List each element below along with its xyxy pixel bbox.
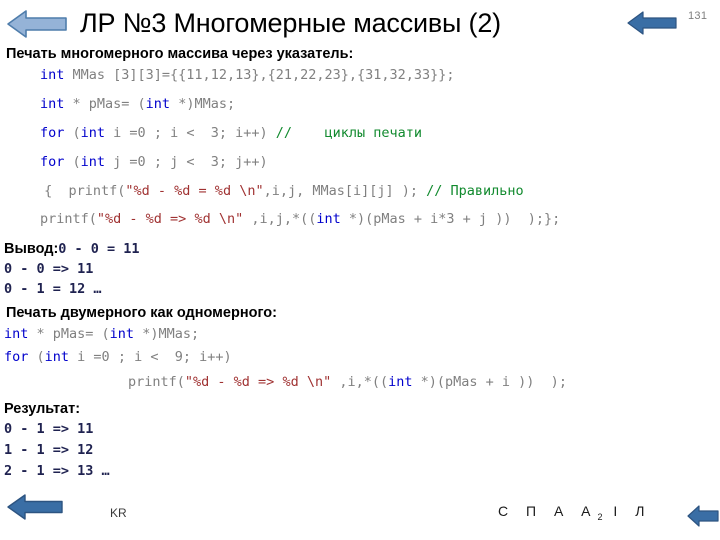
code-text: i =0 ; i < 3; i++) (105, 125, 276, 141)
code-text: * pMas= ( (64, 96, 146, 112)
code-text: *)(pMas + i )) ); (412, 374, 567, 390)
code-text: ,i,j, MMas[i][j] ); (263, 183, 427, 199)
code-text: MMas [3][3]={{11,12,13},{21,22,23},{31,3… (64, 67, 455, 83)
code-comment: // Правильно (426, 183, 524, 199)
code-comment: // циклы печати (275, 125, 423, 141)
code-text: *)(pMas + i*3 + j )) );}; (340, 211, 561, 227)
string-literal: "%d - %d => %d \n" (184, 374, 332, 390)
result-label: Результат: (4, 401, 81, 417)
string-literal: "%d - %d = %d \n" (125, 183, 264, 199)
output-line: 0 - 0 => 11 (4, 261, 94, 277)
code-text: j =0 ; j < 3; j++) (105, 154, 268, 170)
keyword-for: for (40, 154, 65, 170)
page-number: 131 (688, 10, 708, 22)
keyword-int: int (44, 349, 70, 365)
result-line: 2 - 1 => 13 … (4, 463, 110, 479)
code-line-printf-pointer: printf("%d - %d => %d \n" ,i,j,*((int *)… (0, 211, 720, 227)
code-text: ( (28, 349, 45, 365)
keyword-int: int (80, 125, 106, 141)
code-text: ,i,*(( (331, 374, 389, 390)
footer-letters-tail: I Л (602, 503, 652, 519)
output-label: Вывод: (4, 241, 59, 257)
code-text: *)MMas; (170, 96, 236, 112)
code-line-for-j: for (int j =0 ; j < 3; j++) (0, 154, 720, 170)
output-line: 0 - 1 = 12 … (4, 281, 102, 297)
arrow-left-icon[interactable] (626, 9, 678, 37)
code-text: * pMas= ( (28, 326, 110, 342)
slide-canvas: 131 ЛР №3 Многомерные массивы (2) Печать… (0, 0, 720, 540)
output-label-row: Вывод:0 - 0 = 11 (0, 241, 720, 257)
keyword-int: int (40, 67, 65, 83)
keyword-for: for (4, 349, 29, 365)
footer-right-label: С П А А2 I Л (498, 503, 651, 522)
section-heading-pointer: Печать многомерного массива через указат… (6, 46, 354, 62)
result-line: 1 - 1 => 12 (4, 442, 94, 458)
section-heading-flat: Печать двумерного как одномерного: (6, 305, 277, 321)
code-line-declaration: int MMas [3][3]={{11,12,13},{21,22,23},{… (0, 67, 720, 83)
result-line: 0 - 1 => 11 (4, 421, 94, 437)
code-line-printf-correct: { printf("%d - %d = %d \n",i,j, MMas[i][… (0, 183, 720, 199)
arrow-left-icon[interactable] (6, 492, 64, 522)
code-text: ( (64, 154, 81, 170)
string-literal: "%d - %d => %d \n" (96, 211, 244, 227)
arrow-left-icon[interactable] (6, 8, 68, 40)
output-inline-value: 0 - 0 = 11 (58, 241, 140, 257)
code-line-pointer-cast: int * pMas= (int *)MMas; (0, 96, 720, 112)
keyword-int: int (80, 154, 106, 170)
code-text: ( (64, 125, 81, 141)
code-text: printf( (40, 211, 97, 227)
code-text: ,i,j,*(( (243, 211, 317, 227)
keyword-int: int (40, 96, 65, 112)
footer-letters: С П А А (498, 503, 598, 519)
code-text: printf( (128, 374, 185, 390)
code-text: i =0 ; i < 9; i++) (69, 349, 232, 365)
keyword-int: int (109, 326, 135, 342)
code-line-flat-printf: printf("%d - %d => %d \n" ,i,*((int *)(p… (0, 374, 720, 390)
code-line-flat-for: for (int i =0 ; i < 9; i++) (0, 349, 720, 365)
footer-left-label: KR (110, 506, 127, 520)
code-line-for-i: for (int i =0 ; i < 3; i++) // циклы печ… (0, 125, 720, 141)
keyword-int: int (316, 211, 341, 227)
code-text: { printf( (36, 183, 126, 199)
arrow-left-icon[interactable] (686, 503, 720, 529)
keyword-int: int (4, 326, 29, 342)
page-title: ЛР №3 Многомерные массивы (2) (80, 8, 501, 38)
code-text: *)MMas; (134, 326, 200, 342)
code-line-flat-pointer: int * pMas= (int *)MMas; (0, 326, 720, 342)
keyword-int: int (145, 96, 171, 112)
keyword-int: int (388, 374, 413, 390)
keyword-for: for (40, 125, 65, 141)
